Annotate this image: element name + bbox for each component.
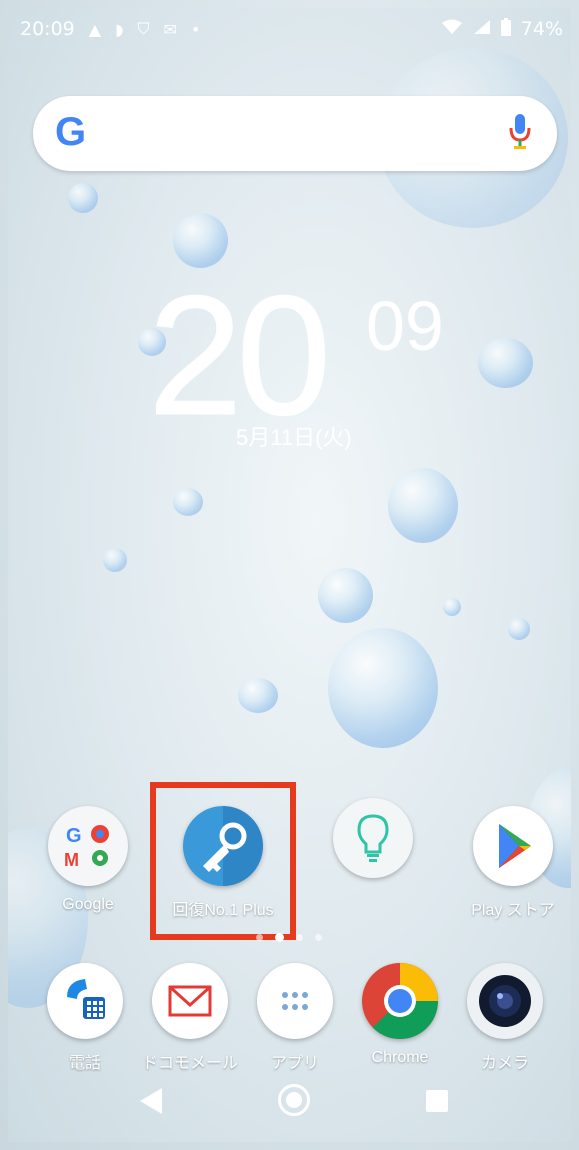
app-play-store[interactable]: Play ストア — [458, 806, 568, 920]
highlight-box — [150, 782, 296, 940]
mic-icon[interactable] — [509, 114, 531, 154]
google-search-bar[interactable]: G — [33, 96, 557, 171]
dock-docomo-mail[interactable]: ドコモメール — [135, 963, 245, 1073]
battery-percent: 74% — [520, 18, 563, 40]
clock-minute: 09 — [366, 287, 444, 365]
signal-icon — [473, 19, 491, 39]
status-time: 20:09 — [20, 18, 75, 40]
dock-phone[interactable]: 電話 — [30, 963, 140, 1073]
app-label: Google — [62, 896, 114, 913]
water-drop — [328, 628, 438, 748]
app-drawer-icon — [257, 963, 333, 1039]
dock-app-drawer[interactable]: アプリ — [240, 963, 350, 1073]
water-drop — [508, 618, 530, 640]
dock-camera[interactable]: カメラ — [450, 963, 560, 1073]
svg-text:G: G — [66, 825, 82, 847]
mail-icon — [152, 963, 228, 1039]
shield-check-icon: ⛉ — [137, 19, 150, 38]
google-folder-icon: G M — [48, 806, 128, 886]
water-drop — [103, 548, 127, 572]
water-drop — [388, 468, 458, 543]
dot-icon: • — [190, 19, 201, 39]
dock-chrome[interactable]: Chrome — [345, 963, 455, 1067]
play-store-icon — [473, 806, 553, 886]
page-indicator — [256, 933, 322, 942]
page-dot — [296, 934, 303, 941]
page-dot — [315, 934, 322, 941]
app-label: Play ストア — [471, 902, 555, 919]
cast-icon: ◗ — [115, 19, 124, 39]
battery-icon — [500, 18, 511, 40]
water-drop — [173, 488, 203, 516]
water-drop — [238, 678, 278, 713]
water-drop — [478, 338, 533, 388]
status-bar: 20:09 ▲ ◗ ⛉ ✉ • 74% — [8, 8, 571, 52]
lightbulb-icon — [333, 798, 413, 878]
gmail-icon: ✉ — [163, 19, 177, 39]
chrome-icon — [362, 963, 438, 1039]
recents-icon[interactable] — [426, 1090, 448, 1112]
warning-icon: ▲ — [88, 19, 102, 39]
svg-text:M: M — [64, 850, 79, 870]
page-dot — [256, 934, 263, 941]
back-icon[interactable] — [140, 1088, 164, 1118]
wifi-icon — [441, 19, 463, 39]
water-drop — [318, 568, 373, 623]
home-screen: 20:09 ▲ ◗ ⛉ ✉ • 74% G 20 09 5月11日(火) G M… — [8, 8, 571, 1142]
phone-icon — [47, 963, 123, 1039]
app-lightbulb[interactable] — [318, 798, 428, 888]
camera-icon — [467, 963, 543, 1039]
water-drop — [68, 183, 98, 213]
page-dot-active — [275, 933, 284, 942]
water-drop — [443, 598, 461, 616]
google-logo-icon[interactable]: G — [55, 110, 86, 155]
date-label: 5月11日(火) — [236, 425, 352, 450]
app-google-folder[interactable]: G M Google — [33, 806, 143, 914]
navigation-bar — [8, 1062, 571, 1142]
home-icon[interactable] — [278, 1084, 310, 1116]
